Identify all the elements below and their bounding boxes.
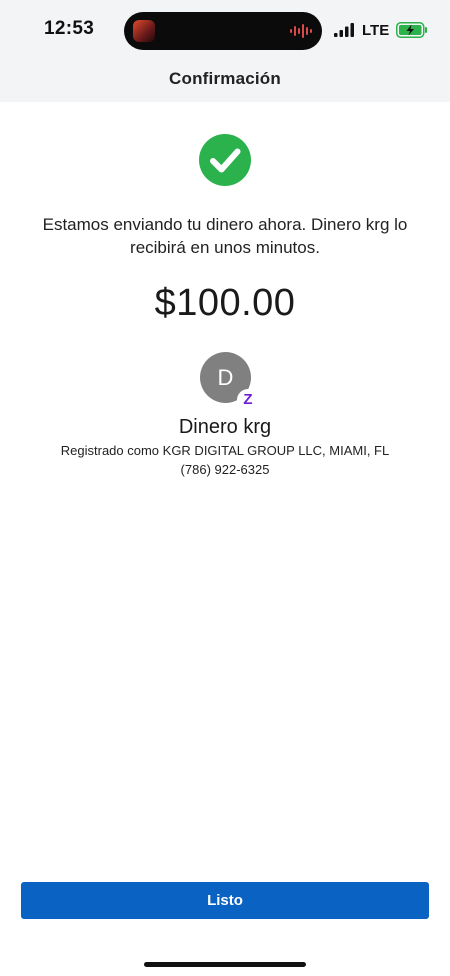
dynamic-island[interactable]: [124, 12, 322, 50]
live-activity-app-icon: [133, 20, 155, 42]
status-bar: 12:53 LTE: [0, 0, 450, 60]
status-time: 12:53: [44, 18, 95, 39]
amount-sent: $100.00: [154, 282, 296, 324]
cellular-signal-icon: [334, 23, 354, 37]
home-indicator[interactable]: [144, 962, 306, 967]
zelle-badge-icon: Z: [237, 389, 259, 411]
audio-wave-icon: [290, 24, 312, 38]
done-button[interactable]: Listo: [21, 882, 429, 919]
confirmation-message: Estamos enviando tu dinero ahora. Dinero…: [42, 215, 408, 257]
check-circle-icon: [199, 134, 251, 186]
recipient-name: Dinero krg: [178, 416, 272, 438]
page-title: Confirmación: [169, 69, 281, 88]
header-area: 12:53 LTE Confirmación: [0, 0, 450, 102]
recipient-registered-as: Registrado como KGR DIGITAL GROUP LLC, M…: [60, 443, 390, 458]
recipient-phone: (786) 922-6325: [180, 462, 270, 477]
network-type-label: LTE: [362, 22, 390, 39]
battery-charging-icon: [396, 22, 427, 38]
